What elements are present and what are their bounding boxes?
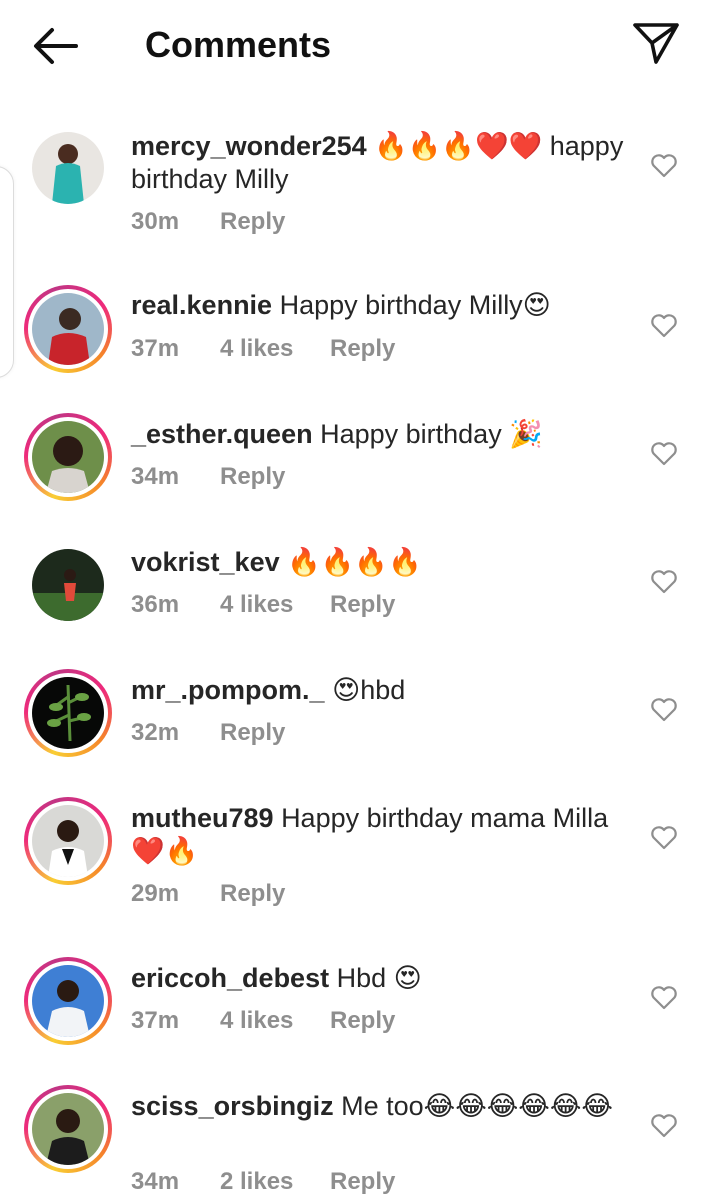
comment-text: Happy birthday 🎉 — [320, 419, 543, 449]
heart-icon[interactable] — [650, 568, 678, 594]
reply-button[interactable]: Reply — [330, 590, 395, 620]
heart-icon[interactable] — [650, 152, 678, 178]
comment-username[interactable]: ericcoh_debest — [131, 963, 329, 993]
avatar[interactable] — [24, 285, 112, 373]
reply-button[interactable]: Reply — [330, 334, 395, 364]
comment-time: 37m — [131, 335, 180, 362]
heart-icon[interactable] — [650, 984, 678, 1010]
comment-text: Happy birthday Milly😍 — [279, 290, 551, 320]
comment-username[interactable]: real.kennie — [131, 290, 272, 320]
reply-button[interactable]: Reply — [220, 718, 285, 748]
comment-time: 34m — [131, 463, 180, 490]
reply-button[interactable]: Reply — [220, 207, 285, 237]
comment-text: Me too😂😂😂😂😂😂 — [341, 1091, 613, 1121]
reply-button[interactable]: Reply — [220, 879, 285, 909]
heart-icon[interactable] — [650, 440, 678, 466]
heart-icon[interactable] — [650, 824, 678, 850]
avatar[interactable] — [24, 797, 112, 885]
comment-username[interactable]: mutheu789 — [131, 803, 274, 833]
comment-text: Hbd 😍 — [336, 963, 422, 993]
heart-icon[interactable] — [650, 1112, 678, 1138]
comment-time: 30m — [131, 208, 180, 235]
page-title: Comments — [145, 24, 332, 65]
comment-time: 37m — [131, 1007, 180, 1034]
share-button[interactable] — [630, 18, 682, 70]
side-panel-handle[interactable] — [0, 166, 14, 378]
avatar[interactable] — [24, 1085, 112, 1173]
likes-count[interactable]: 4 likes — [220, 1006, 330, 1036]
avatar[interactable] — [24, 413, 112, 501]
avatar[interactable] — [24, 669, 112, 757]
comment-username[interactable]: sciss_orsbingiz — [131, 1091, 334, 1121]
comment-username[interactable]: _esther.queen — [131, 419, 313, 449]
comment-text: 🔥🔥🔥🔥 — [287, 547, 422, 577]
header: Comments — [0, 0, 720, 92]
comment-username[interactable]: mr_.pompom._ — [131, 675, 325, 705]
likes-count[interactable]: 4 likes — [220, 590, 330, 620]
avatar[interactable] — [24, 124, 112, 212]
heart-icon[interactable] — [650, 312, 678, 338]
heart-icon[interactable] — [650, 696, 678, 722]
comment-time: 34m — [131, 1168, 180, 1195]
comment-username[interactable]: mercy_wonder254 — [131, 131, 367, 161]
comment-time: 29m — [131, 880, 180, 907]
avatar[interactable] — [24, 957, 112, 1045]
paper-plane-icon — [633, 23, 679, 64]
comment-username[interactable]: vokrist_kev — [131, 547, 280, 577]
comment-time: 36m — [131, 591, 180, 618]
arrow-left-icon — [34, 28, 78, 64]
comment-text: 😍hbd — [332, 675, 406, 705]
back-button[interactable] — [28, 24, 84, 68]
reply-button[interactable]: Reply — [220, 462, 285, 492]
avatar[interactable] — [24, 541, 112, 629]
likes-count[interactable]: 4 likes — [220, 334, 330, 364]
comment-time: 32m — [131, 719, 180, 746]
reply-button[interactable]: Reply — [330, 1006, 395, 1036]
likes-count[interactable]: 2 likes — [220, 1167, 330, 1197]
reply-button[interactable]: Reply — [330, 1167, 395, 1197]
